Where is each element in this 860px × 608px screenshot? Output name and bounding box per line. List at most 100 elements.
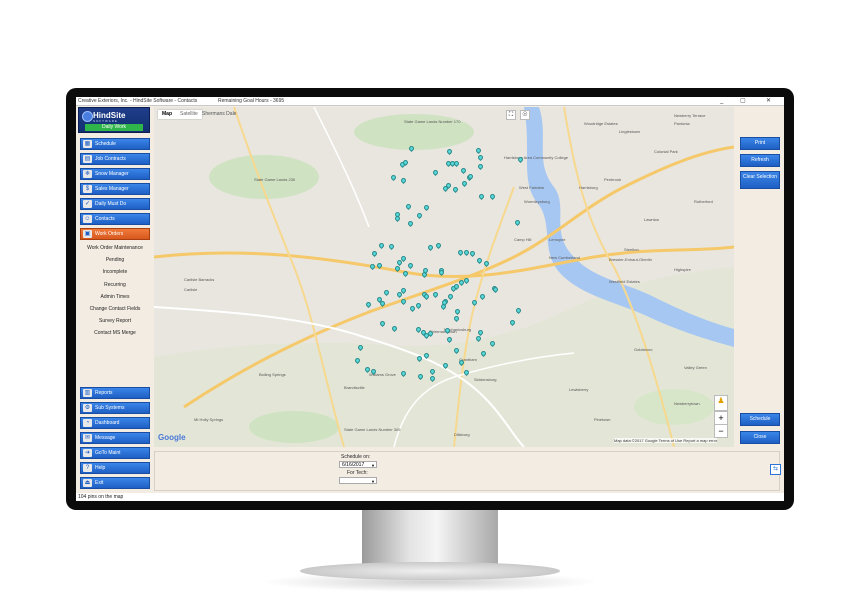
close-window-button[interactable]: ✕: [766, 97, 771, 105]
google-logo: Google: [158, 433, 186, 442]
map-place-label: Rutherford: [694, 199, 713, 204]
map-footer[interactable]: Map data ©2017 Google Terms of Use Repor…: [614, 438, 718, 443]
logo-globe-icon: [82, 111, 93, 122]
daily-work-badge[interactable]: Daily Work: [85, 124, 143, 131]
map-place-label: New Cumberland: [549, 255, 580, 260]
zoom-out-button[interactable]: −: [714, 424, 728, 438]
map-place-label: Carlisle: [184, 287, 198, 292]
map-place-label: State Game Lands 230: [254, 177, 296, 182]
subsystems-icon: ⚙: [83, 404, 92, 412]
submenu-change-contact-fields[interactable]: Change Contact Fields: [80, 306, 150, 312]
close-button[interactable]: Close: [740, 431, 780, 444]
map-place-label: Penbrook: [604, 177, 622, 182]
help-icon: ?: [83, 464, 92, 472]
map-type-tabs: Map Satellite: [158, 110, 202, 119]
tab-satellite[interactable]: Satellite: [176, 110, 202, 119]
map-place-label: Harrisburg Area Community College: [504, 155, 569, 160]
map-place-label: Pinetown: [594, 417, 611, 422]
sub-systems-button[interactable]: ⚙ Sub Systems: [80, 402, 150, 414]
clear-selection-button[interactable]: Clear Selection: [740, 171, 780, 189]
map-place-label: Boiling Springs: [259, 372, 286, 377]
minimize-button[interactable]: _: [720, 97, 723, 105]
submenu-pending[interactable]: Pending: [80, 257, 150, 263]
help-button[interactable]: ? Help: [80, 462, 150, 474]
reports-button[interactable]: ▥ Reports: [80, 387, 150, 399]
fullscreen-icon[interactable]: ⛶: [506, 110, 516, 120]
hindsite-logo: HindSite SOFTWARE Daily Work: [78, 107, 150, 133]
dashboard-label: Dashboard: [95, 420, 120, 426]
sales-manager-button[interactable]: $ Sales Manager: [80, 183, 150, 195]
for-tech-select[interactable]: ▼: [339, 477, 377, 484]
schedule-date-value: 6/16/2017: [342, 462, 365, 468]
map-place-label: State Game Lands Number 305: [344, 427, 401, 432]
print-button[interactable]: Print: [740, 137, 780, 150]
calendar-icon: ▦: [83, 140, 92, 148]
schedule-action-button[interactable]: Schedule: [740, 413, 780, 426]
help-label: Help: [95, 465, 106, 471]
goto-maint-button[interactable]: ➜ GoTo Maint: [80, 447, 150, 459]
window-title: Creative Exteriors, Inc. - HindSite Soft…: [78, 98, 198, 104]
exit-button[interactable]: ⏏ Exit: [80, 477, 150, 489]
map-place-label: Valley Green: [684, 365, 707, 370]
snow-icon: ❄: [83, 170, 92, 178]
message-icon: ✉: [83, 434, 92, 442]
tab-map[interactable]: Map: [158, 110, 176, 119]
submenu-admin-times[interactable]: Admin Times: [80, 294, 150, 300]
job-contracts-button[interactable]: ▤ Job Contracts: [80, 153, 150, 165]
sales-manager-label: Sales Manager: [95, 186, 129, 192]
submenu-recurring[interactable]: Recurring: [80, 282, 150, 288]
maximize-button[interactable]: ▢: [740, 97, 746, 105]
map-place-label: Westfield Estates: [609, 279, 640, 284]
monitor-stand-neck: [362, 510, 498, 570]
remaining-goal-hours: Remaining Goal Hours - 3695: [218, 98, 285, 104]
submenu-survey-report[interactable]: Survey Report: [80, 318, 150, 324]
daily-must-do-label: Daily Must Do: [95, 201, 127, 207]
dashboard-icon: ◔: [83, 419, 92, 427]
map-place-label: Carlisle Barracks: [184, 277, 215, 282]
map-place-label: Lemoyne: [549, 237, 566, 242]
submenu-work-order-maintenance[interactable]: Work Order Maintenance: [80, 245, 150, 251]
map-place-label: Lewisberry: [569, 387, 589, 392]
map-place-label: Lawnton: [644, 217, 660, 222]
map-place-label: Dillsburg: [454, 432, 470, 437]
snow-manager-button[interactable]: ❄ Snow Manager: [80, 168, 150, 180]
map-view[interactable]: Map Satellite Shermans Dale ⛶ ☉ State Gam…: [154, 107, 734, 447]
map-label-shermans-dale: Shermans Dale: [202, 111, 237, 117]
contacts-button[interactable]: ☺ Contacts: [80, 213, 150, 225]
map-place-label: Harrisburg: [579, 185, 598, 190]
map-place-label: Camp Hill: [514, 237, 532, 242]
sidebar: HindSite SOFTWARE Daily Work ▦ Schedule ▤…: [78, 107, 150, 491]
pegman-icon[interactable]: ♟: [714, 395, 728, 411]
schedule-on-label: Schedule on:: [341, 454, 371, 460]
work-orders-button[interactable]: ▣ Work Orders: [80, 228, 150, 240]
daily-must-do-button[interactable]: ✓ Daily Must Do: [80, 198, 150, 210]
schedule-date-select[interactable]: 6/16/2017 ▼: [339, 461, 377, 468]
schedule-button[interactable]: ▦ Schedule: [80, 138, 150, 150]
reports-label: Reports: [95, 390, 113, 396]
map-place-label: Goldsboro: [634, 347, 653, 352]
map-place-label: Linglestown: [619, 129, 641, 134]
map-place-label: Steelton: [624, 247, 639, 252]
message-button[interactable]: ✉ Message: [80, 432, 150, 444]
message-label: Message: [95, 435, 116, 441]
clipboard-icon: ▤: [83, 155, 92, 163]
goto-maint-label: GoTo Maint: [95, 450, 121, 456]
for-tech-label: For Tech:: [347, 470, 368, 476]
schedule-label: Schedule: [95, 141, 116, 147]
chevron-down-icon: ▼: [371, 479, 375, 484]
logo-tagline: SOFTWARE: [93, 119, 118, 123]
job-contracts-label: Job Contracts: [95, 156, 126, 162]
sub-systems-label: Sub Systems: [95, 405, 125, 411]
dashboard-button[interactable]: ◔ Dashboard: [80, 417, 150, 429]
goto-icon: ➜: [83, 449, 92, 457]
contacts-icon: ☺: [83, 215, 92, 223]
map-place-label: Bressler-Enhaut-Oberlin: [609, 257, 652, 262]
map-place-label: Newberry Terrace: [674, 113, 706, 118]
chevron-down-icon: ▼: [371, 463, 375, 468]
remote-support-icon[interactable]: ⇆: [770, 464, 781, 475]
submenu-contact-ms-merge[interactable]: Contact MS Merge: [80, 330, 150, 336]
refresh-button[interactable]: Refresh: [740, 154, 780, 167]
submenu-incomplete[interactable]: Incomplete: [80, 269, 150, 275]
zoom-in-button[interactable]: +: [714, 411, 728, 425]
street-view-icon[interactable]: ☉: [520, 110, 530, 120]
